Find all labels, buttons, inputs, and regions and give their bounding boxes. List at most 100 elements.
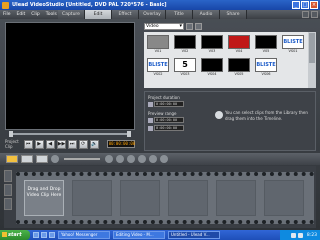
play-button[interactable]: ▶ (34, 139, 44, 149)
network-icon[interactable] (290, 232, 296, 238)
app-close-button[interactable] (311, 11, 318, 18)
library-clip[interactable]: V01 (147, 35, 169, 54)
clip-caption: V03 (208, 49, 216, 53)
trim-bar[interactable] (5, 131, 135, 137)
clip-caption: VS06 (261, 72, 271, 76)
import-icon[interactable] (195, 23, 202, 30)
storyboard-filmstrip[interactable]: Drag and Drop Video Clip Here (16, 172, 314, 224)
mark-in-icon[interactable] (148, 118, 153, 123)
library-scrollbar[interactable] (308, 32, 316, 88)
clip-thumbnail (228, 58, 250, 72)
zoom-slider[interactable] (64, 158, 100, 160)
storyboard-view-button[interactable] (6, 155, 18, 163)
undo-icon[interactable] (127, 155, 135, 163)
tab-title[interactable]: Title (166, 10, 193, 19)
volume-button[interactable]: 🔊 (89, 139, 99, 149)
preview-window (5, 22, 135, 130)
clock: 8:23 (306, 232, 317, 238)
mark-out-icon[interactable] (148, 126, 153, 131)
trim-start-handle[interactable] (9, 131, 13, 137)
preview-end-field[interactable]: 0:00:00:00 (154, 125, 184, 131)
record-capture-icon[interactable] (149, 155, 157, 163)
play-mode-labels: Project Clip (5, 139, 19, 149)
window-title: Ulead VideoStudio [Untitled, DVD PAL 720… (12, 2, 167, 8)
clip-caption: V02 (181, 49, 189, 53)
overlay-track-button[interactable] (4, 184, 12, 196)
menu-file[interactable]: File (0, 12, 14, 17)
empty-clip-slot[interactable] (216, 180, 256, 216)
app-window-controls (302, 11, 318, 18)
clip-dropzone[interactable]: Drag and Drop Video Clip Here (24, 180, 64, 216)
next-frame-button[interactable]: ▶▶ (56, 139, 66, 149)
previous-frame-button[interactable]: ◀ (45, 139, 55, 149)
library-clip[interactable]: VS05 (228, 58, 250, 77)
clip-caption: VS04 (207, 72, 217, 76)
tab-edit[interactable]: Edit (85, 10, 112, 19)
library-clip[interactable]: V04 (228, 35, 250, 54)
preview-start-field[interactable]: 0:00:00:00 (154, 117, 184, 123)
tab-effect[interactable]: Effect (112, 10, 139, 19)
empty-clip-slot[interactable] (264, 180, 304, 216)
clip-caption: VS05 (234, 72, 244, 76)
video-track-button[interactable] (4, 170, 12, 182)
empty-clip-slot[interactable] (120, 180, 160, 216)
title-bar: Ulead VideoStudio [Untitled, DVD PAL 720… (0, 0, 320, 10)
audio-mixer-icon[interactable] (160, 155, 168, 163)
tab-audio[interactable]: Audio (193, 10, 220, 19)
clip-caption: V04 (235, 49, 243, 53)
zoom-in-icon[interactable] (105, 155, 113, 163)
timecode-display[interactable]: 00:00:00:00 (106, 140, 135, 148)
mode-clip[interactable]: Clip (5, 144, 19, 149)
close-button[interactable]: × (310, 1, 318, 9)
playback-controls: Project Clip ⏮ ▶ ◀ ▶▶ ⏭ ⟳ 🔊 00:00:00:00 (5, 138, 137, 150)
zoom-out-icon[interactable] (51, 155, 59, 163)
taskbar-task-messenger[interactable]: Yahoo! Messenger (58, 231, 110, 239)
library-panel: V01 V02 V03 V04 V05 BLISTE VS01 BLISTE VS02 5 VS03… (144, 32, 308, 88)
library-clip[interactable]: BLISTE VS01 (282, 35, 304, 54)
library-scroll-thumb[interactable] (309, 33, 315, 63)
empty-clip-slot[interactable] (168, 180, 208, 216)
clip-thumbnail (174, 35, 196, 49)
library-clip[interactable]: V03 (201, 35, 223, 54)
taskbar-task-ulead[interactable]: Untitled - Ulead V... (168, 231, 220, 239)
library-clip[interactable]: V02 (174, 35, 196, 54)
minimize-button[interactable]: _ (292, 1, 300, 9)
clip-thumbnail: BLISTE (255, 58, 277, 72)
window-controls: _ □ × (292, 1, 318, 9)
audio-track-button[interactable] (4, 198, 12, 210)
end-button[interactable]: ⏭ (67, 139, 77, 149)
desktop-icon[interactable] (41, 232, 47, 238)
menu-edit[interactable]: Edit (14, 12, 29, 17)
windows-logo-icon (2, 232, 7, 237)
tab-capture[interactable]: Capture (58, 10, 85, 19)
library-clip[interactable]: 5 VS03 (174, 58, 196, 77)
app-minimize-button[interactable] (302, 11, 309, 18)
step-tabs: Capture Edit Effect Overlay Title Audio … (58, 10, 247, 19)
ie-icon[interactable] (33, 232, 39, 238)
fit-project-icon[interactable] (116, 155, 124, 163)
redo-icon[interactable] (138, 155, 146, 163)
library-clip[interactable]: BLISTE VS06 (255, 58, 277, 77)
empty-clip-slot[interactable] (72, 180, 112, 216)
tab-share[interactable]: Share (220, 10, 247, 19)
library-clip[interactable]: BLISTE VS02 (147, 58, 169, 77)
timeline-view-button[interactable] (21, 155, 33, 163)
clip-thumbnail: BLISTE (282, 35, 304, 49)
project-duration-field[interactable]: 0:00:00:00 (154, 101, 184, 107)
media-player-icon[interactable] (49, 232, 55, 238)
menu-clip[interactable]: Clip (28, 12, 43, 17)
library-category-dropdown[interactable]: Video (144, 23, 184, 30)
clip-caption: VS03 (180, 72, 190, 76)
library-clip[interactable]: VS04 (201, 58, 223, 77)
folder-icon[interactable] (186, 23, 193, 30)
taskbar-task-editing[interactable]: Editing Video - M... (113, 231, 165, 239)
trim-end-handle[interactable] (127, 131, 131, 137)
home-button[interactable]: ⏮ (23, 139, 33, 149)
repeat-button[interactable]: ⟳ (78, 139, 88, 149)
volume-icon[interactable] (297, 232, 303, 238)
library-clip[interactable]: V05 (255, 35, 277, 54)
tab-overlay[interactable]: Overlay (139, 10, 166, 19)
start-button[interactable]: start (0, 230, 30, 240)
audio-view-button[interactable] (36, 155, 48, 163)
maximize-button[interactable]: □ (301, 1, 309, 9)
